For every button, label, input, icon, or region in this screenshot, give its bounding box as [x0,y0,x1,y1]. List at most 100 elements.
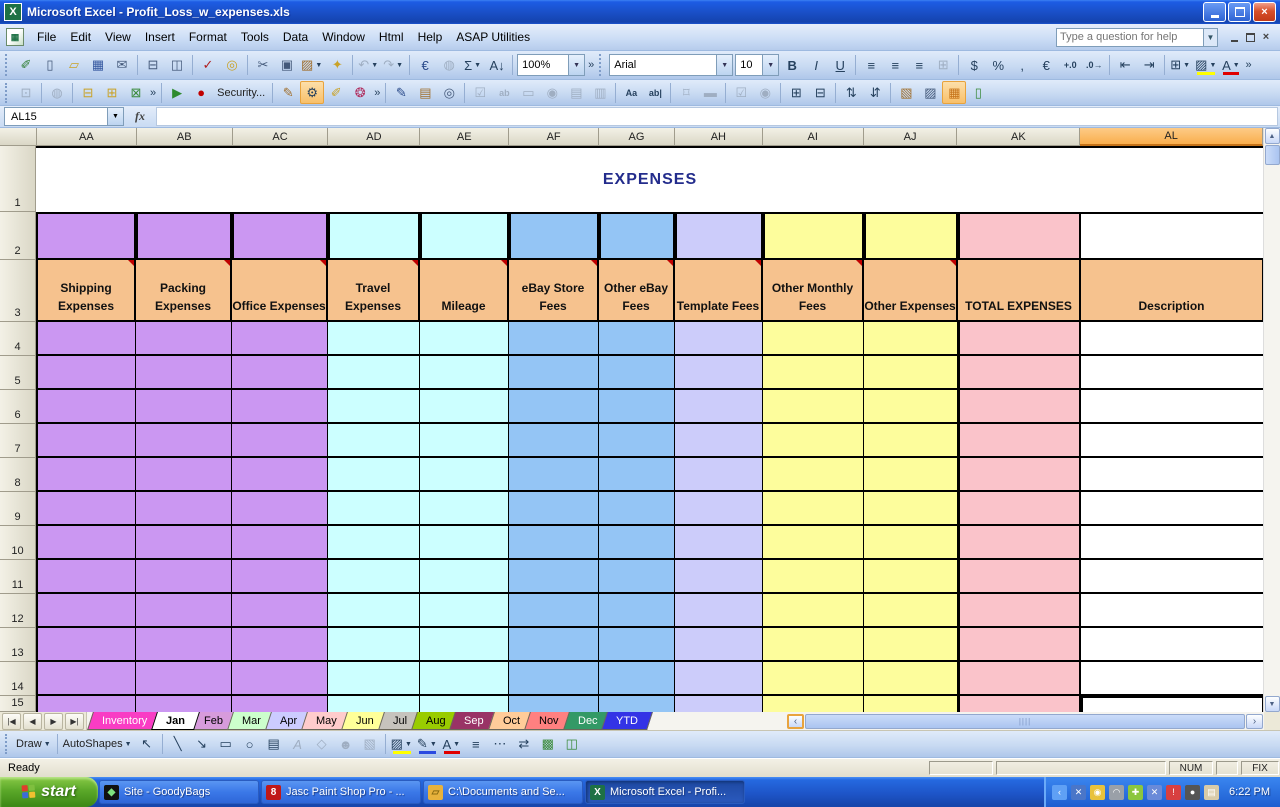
list-pair-icon[interactable]: ⊞ [784,81,808,104]
menu-item-file[interactable]: File [30,27,63,47]
draw-border-icon[interactable]: ✎ [389,81,413,104]
header-cell-al[interactable]: Description [1081,260,1263,322]
cell-aj4[interactable] [864,322,958,356]
cell-ah6[interactable] [675,390,763,424]
textbox-icon[interactable]: ▤ [262,733,286,756]
cell-ak8[interactable] [958,458,1081,492]
font-name-combo[interactable]: Arial▼ [609,54,733,76]
menu-item-tools[interactable]: Tools [234,27,276,47]
sort-ascending-icon[interactable]: A↓ [485,54,509,77]
cell-ag6[interactable] [599,390,675,424]
header-cell-ak[interactable]: TOTAL EXPENSES [958,260,1081,322]
cell-ag13[interactable] [599,628,675,662]
clipart-icon[interactable]: ☻ [334,733,358,756]
cell-ak15[interactable] [958,696,1081,712]
cell-ah12[interactable] [675,594,763,628]
band-cell-aj[interactable] [864,212,958,260]
menu-item-help[interactable]: Help [411,27,450,47]
taskbar-task-3[interactable]: ▱C:\Documents and Se... [423,780,583,804]
row-header-2[interactable]: 2 [0,212,36,260]
cell-ag12[interactable] [599,594,675,628]
cell-ac13[interactable] [232,628,328,662]
cell-ah10[interactable] [675,526,763,560]
row-header-12[interactable]: 12 [0,594,36,628]
antivirus-icon[interactable]: ✚ [1128,785,1143,800]
cell-ab6[interactable] [136,390,232,424]
cell-ac5[interactable] [232,356,328,390]
cell-aa15[interactable] [36,696,136,712]
cell-ag7[interactable] [599,424,675,458]
underline-icon[interactable]: U [828,54,852,77]
wordart-icon[interactable]: A [286,733,310,756]
cell-af10[interactable] [509,526,599,560]
cell-ad5[interactable] [328,356,420,390]
taskbar-task-4[interactable]: XMicrosoft Excel - Profi... [585,780,745,804]
cell-ah8[interactable] [675,458,763,492]
cell-ab4[interactable] [136,322,232,356]
paste-icon[interactable]: ▨▼ [299,54,325,77]
cell-ak6[interactable] [958,390,1081,424]
header-cell-ai[interactable]: Other Monthly Fees [763,260,864,322]
column-header-aj[interactable]: AJ [864,128,958,146]
comma-style-icon[interactable]: , [1010,54,1034,77]
column-header-ac[interactable]: AC [233,128,329,146]
cell-ai7[interactable] [763,424,864,458]
cell-ah7[interactable] [675,424,763,458]
increase-decimal-icon[interactable]: +.0 [1058,54,1082,77]
bold-icon[interactable]: B [780,54,804,77]
cell-ag11[interactable] [599,560,675,594]
redo-icon[interactable]: ↷▼ [381,54,406,77]
cell-ai14[interactable] [763,662,864,696]
cell-ah5[interactable] [675,356,763,390]
header-cell-ab[interactable]: Packing Expenses [136,260,232,322]
design-mode-icon[interactable]: ✐ [324,81,348,104]
name-box[interactable]: AL15 [4,107,108,126]
menu-item-view[interactable]: View [98,27,138,47]
spin-down-icon[interactable]: ⇵ [863,81,887,104]
column-header-ae[interactable]: AE [420,128,509,146]
cell-ai10[interactable] [763,526,864,560]
cell-ai11[interactable] [763,560,864,594]
cell-aj9[interactable] [864,492,958,526]
picture-icon[interactable]: ▧ [358,733,382,756]
cell-ae9[interactable] [420,492,509,526]
cell-ae5[interactable] [420,356,509,390]
globe-icon[interactable]: ◉ [1090,785,1105,800]
audio-icon[interactable]: ◠ [1109,785,1124,800]
question-dropdown-icon[interactable]: ▼ [1204,28,1218,47]
research-icon[interactable]: ◎ [220,54,244,77]
row-header-10[interactable]: 10 [0,526,36,560]
cell-aa13[interactable] [36,628,136,662]
doc-close-button[interactable]: × [1258,29,1274,45]
cell-ad4[interactable] [328,322,420,356]
cell-aa12[interactable] [36,594,136,628]
cell-aa5[interactable] [36,356,136,390]
scroll-up-icon[interactable]: ▲ [1265,128,1280,144]
cell-ae15[interactable] [420,696,509,712]
toolbar-overflow-icon[interactable]: » [150,87,156,99]
undo-icon[interactable]: ↶▼ [356,54,381,77]
lock-cell-icon[interactable]: ⊡ [14,81,38,104]
cell-ad7[interactable] [328,424,420,458]
cell-ab14[interactable] [136,662,232,696]
spelling-icon[interactable]: ✓ [196,54,220,77]
band-cell-ah[interactable] [675,212,763,260]
horizontal-scroll-thumb[interactable]: |||| [805,714,1245,729]
cell-ak9[interactable] [958,492,1081,526]
column-header-al[interactable]: AL [1080,128,1263,146]
row-header-5[interactable]: 5 [0,356,36,390]
doc-minimize-button[interactable] [1226,29,1242,45]
cell-aj13[interactable] [864,628,958,662]
cell-ae13[interactable] [420,628,509,662]
cell-ag10[interactable] [599,526,675,560]
toolbar-overflow-icon[interactable]: » [374,87,380,99]
cell-aj6[interactable] [864,390,958,424]
cell-aj8[interactable] [864,458,958,492]
toolbar-options-icon[interactable]: » [1245,59,1251,71]
cell-ak4[interactable] [958,322,1081,356]
cut-icon[interactable]: ✂ [251,54,275,77]
band-cell-ac[interactable] [232,212,328,260]
cell-aa6[interactable] [36,390,136,424]
cell-ab7[interactable] [136,424,232,458]
oval-icon[interactable]: ○ [238,733,262,756]
